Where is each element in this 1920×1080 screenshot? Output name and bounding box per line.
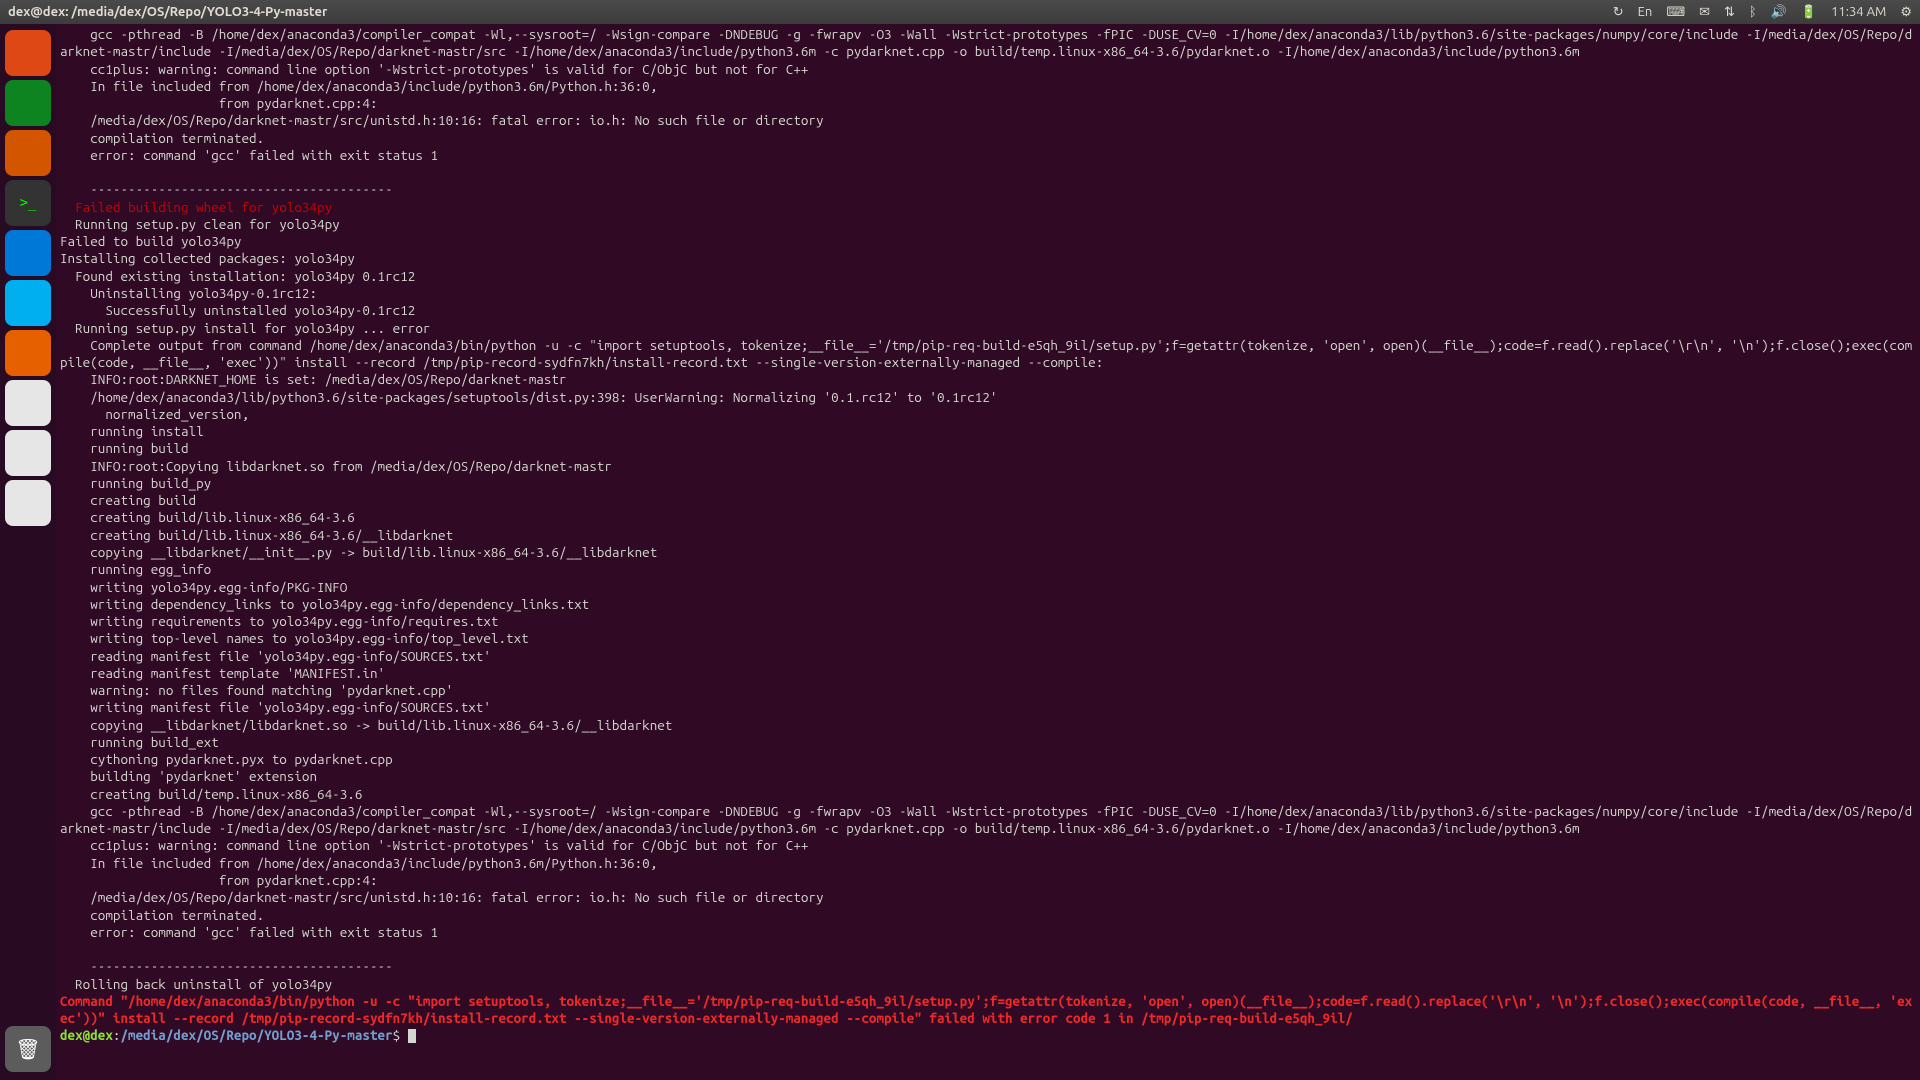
- terminal-line: running build_ext: [60, 734, 1916, 751]
- network-icon[interactable]: ⇅: [1724, 5, 1735, 20]
- cursor: [408, 1029, 416, 1043]
- terminal-line: reading manifest template 'MANIFEST.in': [60, 665, 1916, 682]
- terminal-line: writing manifest file 'yolo34py.egg-info…: [60, 699, 1916, 716]
- terminal-line: Running setup.py install for yolo34py ..…: [60, 320, 1916, 337]
- terminal-line: running egg_info: [60, 561, 1916, 578]
- terminal-line: normalized_version,: [60, 406, 1916, 423]
- terminal-line: running install: [60, 423, 1916, 440]
- terminal-line: creating build/lib.linux-x86_64-3.6/__li…: [60, 527, 1916, 544]
- terminal-line: Command "/home/dex/anaconda3/bin/python …: [60, 993, 1916, 1028]
- terminal-line: copying __libdarknet/libdarknet.so -> bu…: [60, 717, 1916, 734]
- terminal-line: Complete output from command /home/dex/a…: [60, 337, 1916, 372]
- launcher-trash[interactable]: 🗑: [5, 1026, 51, 1072]
- terminal-line: INFO:root:Copying libdarknet.so from /me…: [60, 458, 1916, 475]
- terminal-line: running build: [60, 440, 1916, 457]
- terminal-prompt[interactable]: dex@dex:/media/dex/OS/Repo/YOLO3-4-Py-ma…: [60, 1027, 1916, 1044]
- terminal-line: building 'pydarknet' extension: [60, 768, 1916, 785]
- terminal-line: [60, 164, 1916, 181]
- launcher-terminal[interactable]: [5, 180, 51, 226]
- terminal-line: /media/dex/OS/Repo/darknet-mastr/src/uni…: [60, 112, 1916, 129]
- terminal-line: Uninstalling yolo34py-0.1rc12:: [60, 285, 1916, 302]
- launcher-drive-3[interactable]: [5, 480, 51, 526]
- terminal-line: ----------------------------------------: [60, 958, 1916, 975]
- terminal-line: In file included from /home/dex/anaconda…: [60, 78, 1916, 95]
- top-menu-bar: dex@dex: /media/dex/OS/Repo/YOLO3-4-Py-m…: [0, 0, 1920, 24]
- terminal-line: [60, 941, 1916, 958]
- terminal-line: Failed to build yolo34py: [60, 233, 1916, 250]
- system-indicators: ↻ En ⌨ ✉ ⇅ ᛒ 🔊 🔋 11:34 AM ⚙: [1613, 5, 1912, 20]
- terminal-line: cc1plus: warning: command line option '-…: [60, 837, 1916, 854]
- launcher-firefox[interactable]: [5, 330, 51, 376]
- terminal-line: warning: no files found matching 'pydark…: [60, 682, 1916, 699]
- terminal-line: error: command 'gcc' failed with exit st…: [60, 924, 1916, 941]
- terminal-line: Installing collected packages: yolo34py: [60, 250, 1916, 267]
- terminal-line: writing top-level names to yolo34py.egg-…: [60, 630, 1916, 647]
- terminal-line: /media/dex/OS/Repo/darknet-mastr/src/uni…: [60, 889, 1916, 906]
- terminal-line: writing yolo34py.egg-info/PKG-INFO: [60, 579, 1916, 596]
- terminal-line: from pydarknet.cpp:4:: [60, 95, 1916, 112]
- launcher-drive-2[interactable]: [5, 430, 51, 476]
- launcher-libreoffice-impress[interactable]: [5, 130, 51, 176]
- terminal-line: Successfully uninstalled yolo34py-0.1rc1…: [60, 302, 1916, 319]
- terminal-line: compilation terminated.: [60, 907, 1916, 924]
- terminal-line: Rolling back uninstall of yolo34py: [60, 976, 1916, 993]
- terminal-line: Running setup.py clean for yolo34py: [60, 216, 1916, 233]
- terminal-line: creating build/temp.linux-x86_64-3.6: [60, 786, 1916, 803]
- terminal-line: cc1plus: warning: command line option '-…: [60, 61, 1916, 78]
- launcher-drive-1[interactable]: [5, 380, 51, 426]
- keyboard-indicator[interactable]: En: [1638, 5, 1653, 19]
- prompt-user: dex@dex: [60, 1027, 113, 1043]
- sync-icon[interactable]: ↻: [1613, 5, 1624, 20]
- terminal-line: gcc -pthread -B /home/dex/anaconda3/comp…: [60, 803, 1916, 838]
- terminal-line: In file included from /home/dex/anaconda…: [60, 855, 1916, 872]
- launcher-libreoffice-calc[interactable]: [5, 80, 51, 126]
- bluetooth-icon[interactable]: ᛒ: [1749, 5, 1757, 19]
- terminal-line: creating build/lib.linux-x86_64-3.6: [60, 509, 1916, 526]
- gear-icon[interactable]: ⚙: [1900, 5, 1912, 20]
- launcher-skype[interactable]: [5, 280, 51, 326]
- terminal-line: cythoning pydarknet.pyx to pydarknet.cpp: [60, 751, 1916, 768]
- terminal-line: error: command 'gcc' failed with exit st…: [60, 147, 1916, 164]
- terminal-line: INFO:root:DARKNET_HOME is set: /media/de…: [60, 371, 1916, 388]
- battery-icon[interactable]: 🔋: [1801, 5, 1817, 20]
- terminal-line: writing requirements to yolo34py.egg-inf…: [60, 613, 1916, 630]
- terminal-line: reading manifest file 'yolo34py.egg-info…: [60, 648, 1916, 665]
- launcher-vscode[interactable]: [5, 230, 51, 276]
- keyboard-icon[interactable]: ⌨: [1666, 5, 1685, 20]
- terminal-line: running build_py: [60, 475, 1916, 492]
- terminal-line: copying __libdarknet/__init__.py -> buil…: [60, 544, 1916, 561]
- terminal-line: Found existing installation: yolo34py 0.…: [60, 268, 1916, 285]
- terminal-line: /home/dex/anaconda3/lib/python3.6/site-p…: [60, 389, 1916, 406]
- launcher-ubuntu-dash[interactable]: [5, 30, 51, 76]
- window-title: dex@dex: /media/dex/OS/Repo/YOLO3-4-Py-m…: [8, 5, 1613, 19]
- unity-launcher: 🗑: [0, 24, 56, 1080]
- prompt-path: /media/dex/OS/Repo/YOLO3-4-Py-master: [120, 1027, 392, 1043]
- clock[interactable]: 11:34 AM: [1831, 5, 1886, 19]
- volume-icon[interactable]: 🔊: [1771, 5, 1787, 20]
- terminal-line: from pydarknet.cpp:4:: [60, 872, 1916, 889]
- mail-icon[interactable]: ✉: [1699, 5, 1710, 20]
- terminal-line: creating build: [60, 492, 1916, 509]
- terminal-window[interactable]: gcc -pthread -B /home/dex/anaconda3/comp…: [56, 24, 1920, 1080]
- terminal-line: compilation terminated.: [60, 130, 1916, 147]
- terminal-line: writing dependency_links to yolo34py.egg…: [60, 596, 1916, 613]
- terminal-line: Failed building wheel for yolo34py: [60, 199, 1916, 216]
- terminal-line: gcc -pthread -B /home/dex/anaconda3/comp…: [60, 26, 1916, 61]
- terminal-line: ----------------------------------------: [60, 181, 1916, 198]
